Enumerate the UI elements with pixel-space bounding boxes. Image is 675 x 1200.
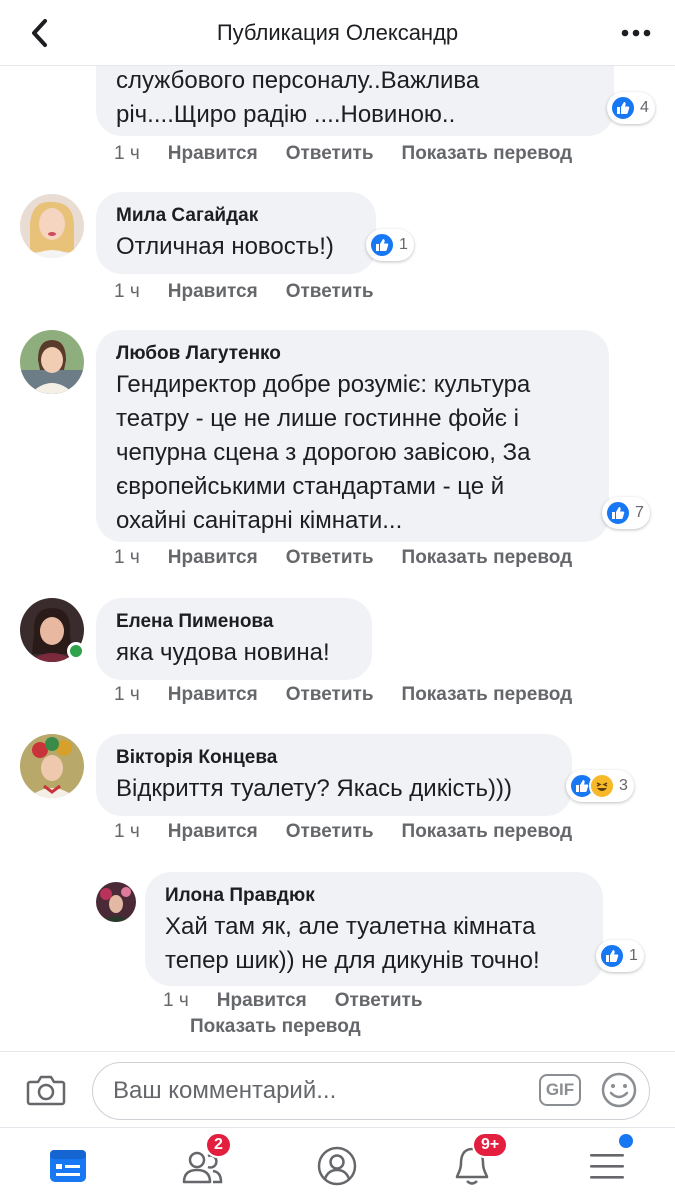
comment-bubble[interactable]: Мила Сагайдак Отличная новость!) xyxy=(96,192,376,274)
avatar[interactable] xyxy=(20,734,84,798)
reply-link[interactable]: Ответить xyxy=(286,143,374,165)
reaction-count: 1 xyxy=(399,236,408,253)
comments-list: службового персоналу..Важлива річ....Щир… xyxy=(0,66,675,1051)
reply-bubble[interactable]: Илона Правдюк Хай там як, але туалетна к… xyxy=(145,872,603,986)
like-link[interactable]: Нравится xyxy=(168,547,258,569)
reaction-summary[interactable]: 4 xyxy=(607,92,655,124)
reaction-summary[interactable]: 1 xyxy=(366,229,414,261)
comment-author[interactable]: Мила Сагайдак xyxy=(116,204,356,228)
like-link[interactable]: Нравится xyxy=(168,281,258,303)
comment-text: Гендиректор добре розуміє: культура теат… xyxy=(116,371,531,534)
like-link[interactable]: Нравится xyxy=(217,990,307,1012)
menu-update-indicator xyxy=(619,1134,633,1148)
comment-actions: 1 ч Нравится Ответить Показать перевод xyxy=(114,684,572,706)
like-link[interactable]: Нравится xyxy=(168,821,258,843)
comment-time: 1 ч xyxy=(114,684,140,705)
comment-time: 1 ч xyxy=(163,990,189,1011)
tab-friends[interactable]: 2 xyxy=(172,1132,232,1194)
camera-icon xyxy=(26,1075,66,1106)
emoji-icon xyxy=(601,1072,637,1108)
comment-time: 1 ч xyxy=(114,821,140,842)
comment-composer: Ваш комментарий... GIF xyxy=(0,1051,675,1127)
comment-actions: 1 ч Нравится Ответить Показать перевод xyxy=(114,547,572,569)
comment-author[interactable]: Вікторія Концева xyxy=(116,746,552,770)
comment-text: Відкриття туалету? Якась дикість))) xyxy=(116,775,513,802)
comment-bubble[interactable]: Елена Пименова яка чудова новина! xyxy=(96,598,372,680)
reaction-count: 7 xyxy=(635,504,644,521)
avatar[interactable] xyxy=(20,330,84,394)
reaction-count: 1 xyxy=(629,947,638,964)
bottom-tab-bar: 2 9+ xyxy=(0,1127,675,1200)
comment-input-placeholder: Ваш комментарий... xyxy=(113,1077,337,1104)
comment-bubble[interactable]: службового персоналу..Важлива річ....Щир… xyxy=(96,66,614,136)
comment-bubble[interactable]: Вікторія Концева Відкриття туалету? Якас… xyxy=(96,734,572,816)
like-link[interactable]: Нравится xyxy=(168,684,258,706)
tab-profile[interactable] xyxy=(307,1138,367,1194)
emoji-button[interactable] xyxy=(599,1070,639,1110)
comment-time: 1 ч xyxy=(114,281,140,302)
reaction-count: 3 xyxy=(619,777,628,794)
like-reaction-icon xyxy=(599,943,625,969)
reply-link[interactable]: Ответить xyxy=(335,990,423,1012)
haha-reaction-icon xyxy=(589,773,615,799)
tab-notifications[interactable]: 9+ xyxy=(442,1132,509,1194)
avatar[interactable] xyxy=(96,882,136,922)
tab-news-feed[interactable] xyxy=(38,1138,98,1194)
friends-badge: 2 xyxy=(205,1132,232,1158)
reaction-summary[interactable]: 7 xyxy=(602,497,650,529)
comment-author[interactable]: Любов Лагутенко xyxy=(116,342,589,366)
reaction-count: 4 xyxy=(640,99,649,116)
like-reaction-icon xyxy=(369,232,395,258)
reply-link[interactable]: Ответить xyxy=(286,684,374,706)
reply-link[interactable]: Ответить xyxy=(286,281,374,303)
page-title: Публикация Олександр xyxy=(216,20,459,45)
translate-link[interactable]: Показать перевод xyxy=(402,547,573,569)
notifications-badge: 9+ xyxy=(472,1132,509,1158)
comment-author[interactable]: Елена Пименова xyxy=(116,610,352,634)
like-link[interactable]: Нравится xyxy=(168,143,258,165)
like-reaction-icon xyxy=(610,95,636,121)
header: Публикация Олександр xyxy=(0,0,675,66)
tab-menu[interactable] xyxy=(577,1134,637,1194)
reply-actions: 1 ч Нравится Ответить xyxy=(163,990,423,1012)
online-status-indicator xyxy=(67,642,85,660)
reply-link[interactable]: Ответить xyxy=(286,547,374,569)
comment-text: службового персоналу..Важлива річ....Щир… xyxy=(116,67,480,128)
reply-link[interactable]: Ответить xyxy=(286,821,374,843)
translate-link[interactable]: Показать перевод xyxy=(402,143,573,165)
more-horizontal-icon xyxy=(621,29,651,37)
gif-button[interactable]: GIF xyxy=(539,1074,581,1106)
translate-link[interactable]: Показать перевод xyxy=(190,1016,361,1038)
comment-actions: 1 ч Нравится Ответить Показать перевод xyxy=(114,143,572,165)
translate-link[interactable]: Показать перевод xyxy=(402,821,573,843)
comment-actions: 1 ч Нравится Ответить xyxy=(114,281,374,303)
camera-button[interactable] xyxy=(24,1070,68,1110)
comment-actions: 1 ч Нравится Ответить Показать перевод xyxy=(114,821,572,843)
comment-time: 1 ч xyxy=(114,143,140,164)
comment-text: яка чудова новина! xyxy=(116,639,330,666)
profile-icon xyxy=(317,1146,357,1186)
reaction-summary[interactable]: 1 xyxy=(596,940,644,972)
comment-text: Отличная новость!) xyxy=(116,233,334,260)
translate-link[interactable]: Показать перевод xyxy=(402,684,573,706)
comment-bubble[interactable]: Любов Лагутенко Гендиректор добре розумі… xyxy=(96,330,609,542)
comment-text: Хай там як, але туалетна кімната тепер ш… xyxy=(165,913,540,974)
comment-author[interactable]: Илона Правдюк xyxy=(165,884,583,908)
comment-time: 1 ч xyxy=(114,547,140,568)
news-feed-icon xyxy=(50,1150,86,1182)
more-options-button[interactable] xyxy=(619,20,653,46)
like-reaction-icon xyxy=(605,500,631,526)
reaction-summary[interactable]: 3 xyxy=(566,770,634,802)
avatar[interactable] xyxy=(20,194,84,258)
menu-icon xyxy=(590,1154,624,1179)
